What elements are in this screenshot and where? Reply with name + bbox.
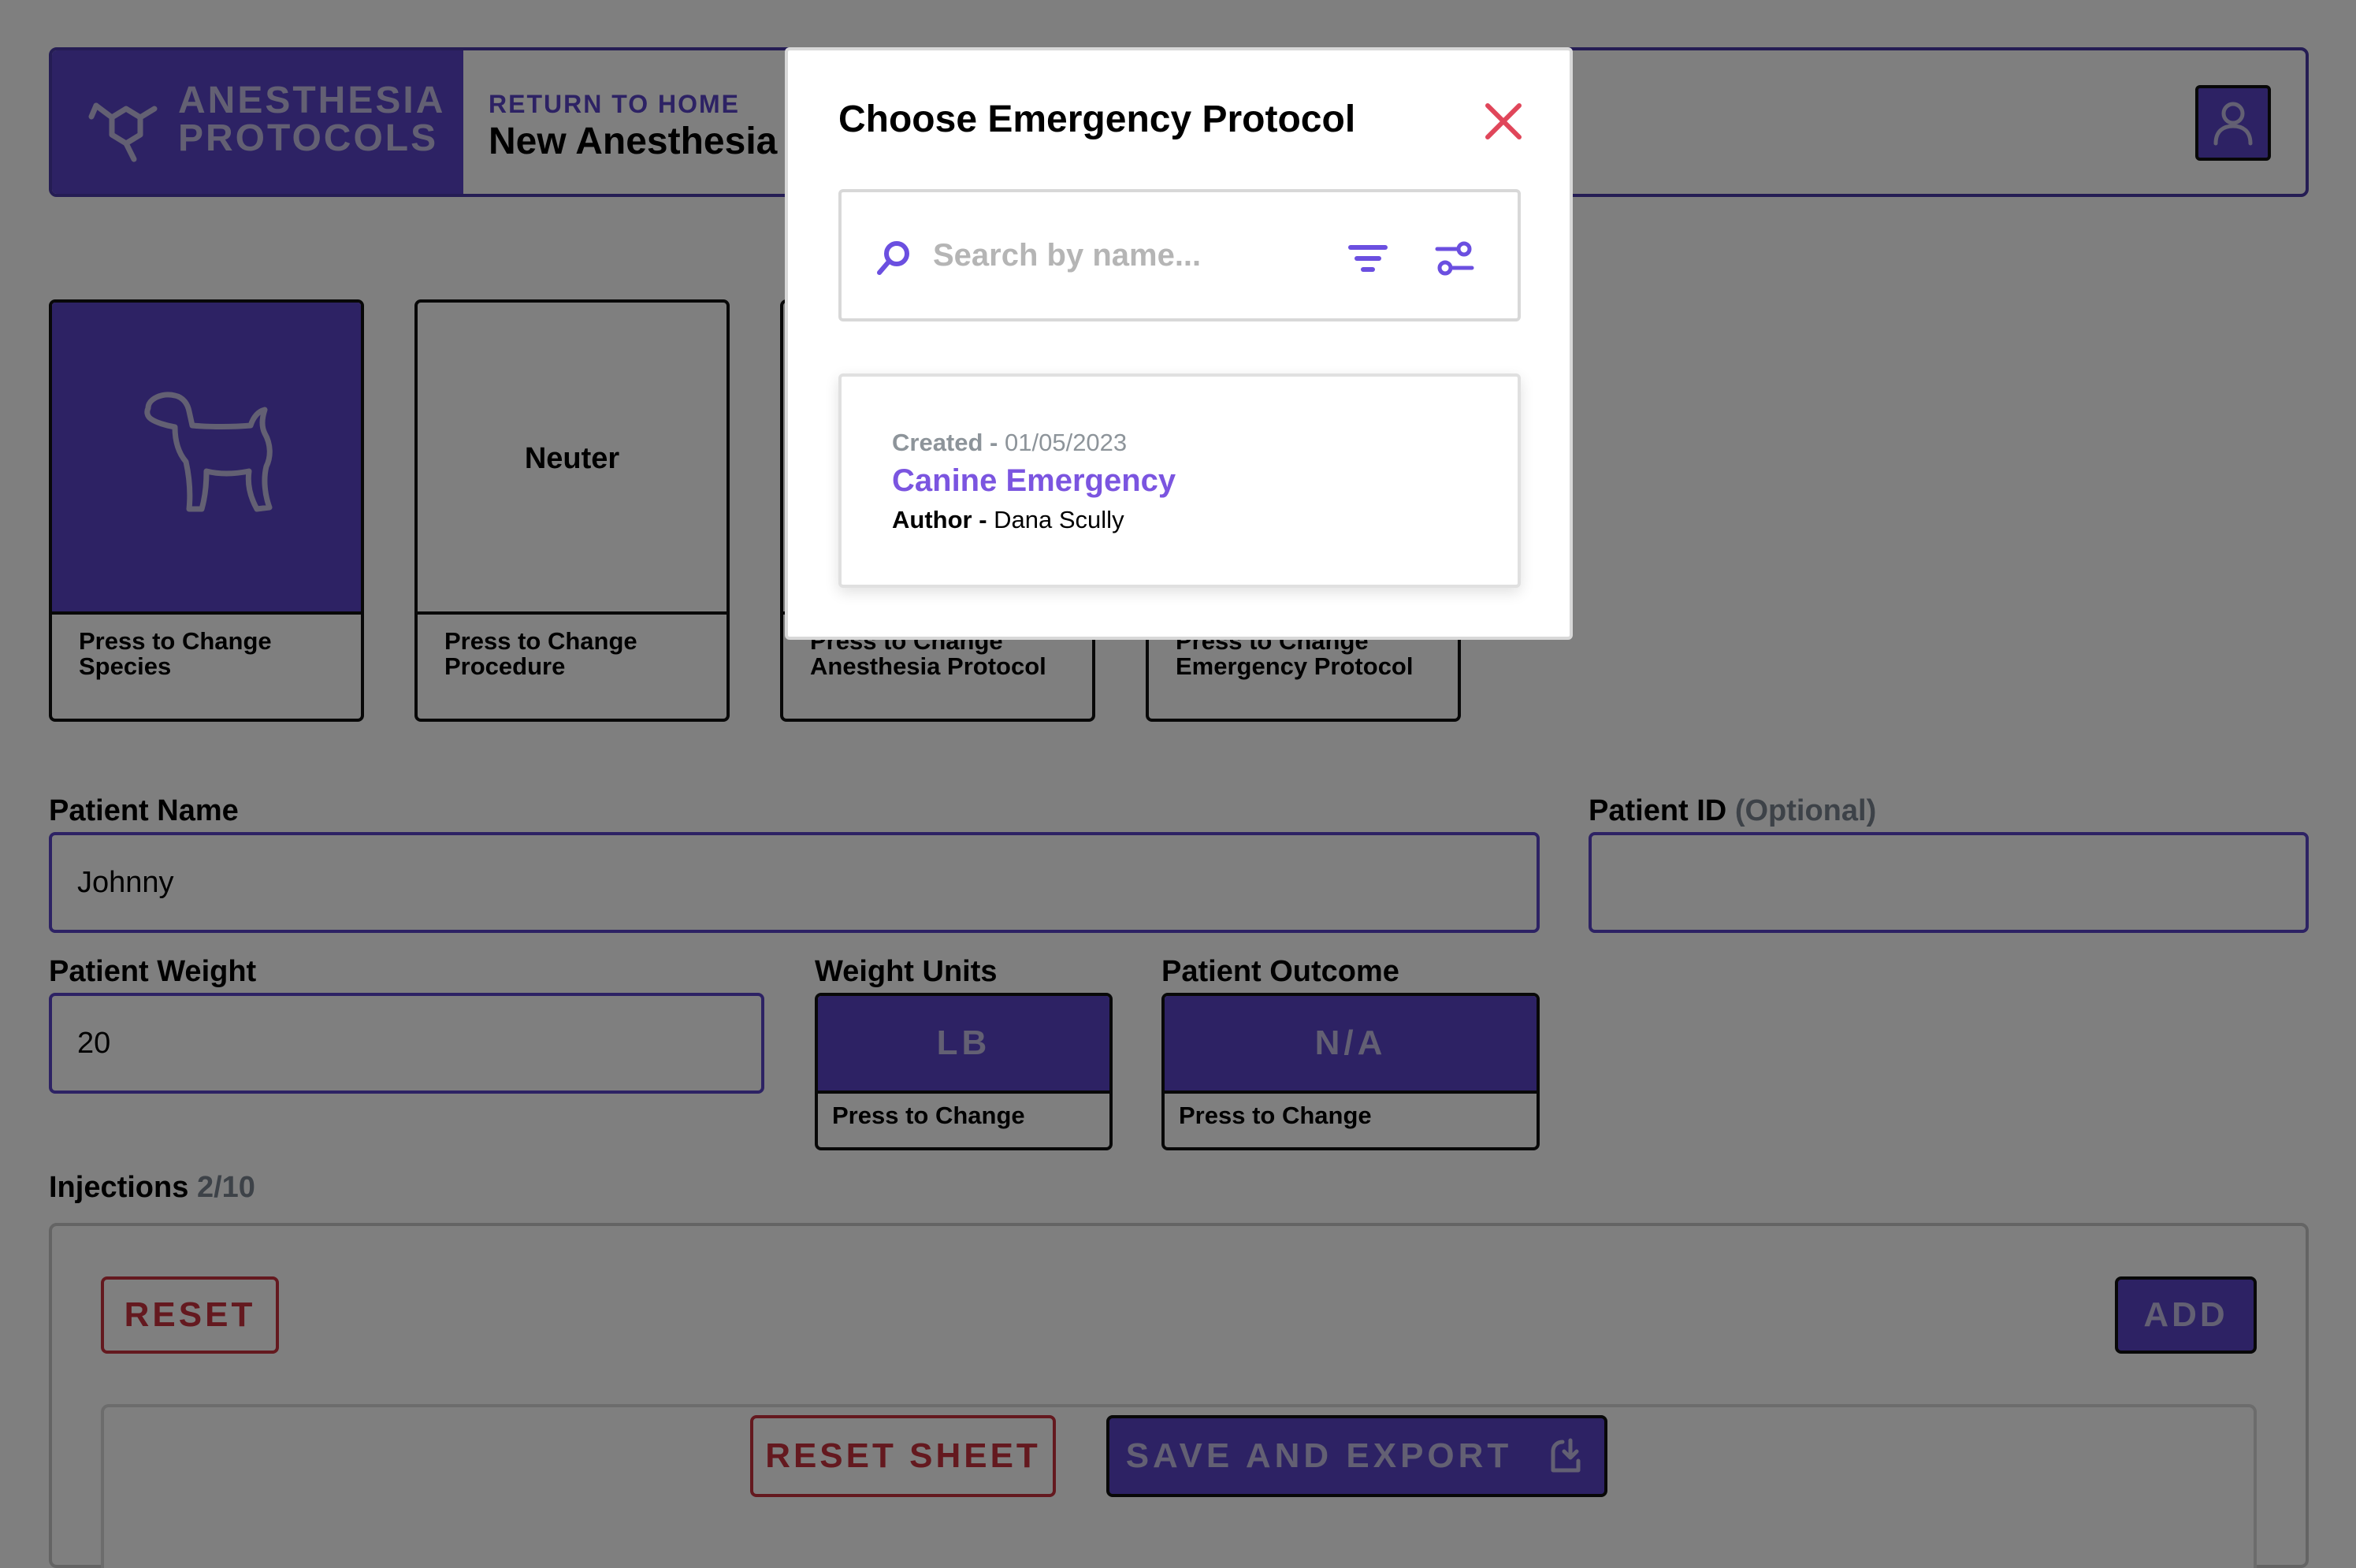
created-info: Created - 01/05/2023 — [892, 429, 1127, 457]
modal-title: Choose Emergency Protocol — [838, 98, 1356, 140]
author-name: Dana Scully — [994, 506, 1124, 533]
sliders-icon[interactable] — [1434, 238, 1475, 279]
created-date: 01/05/2023 — [1005, 429, 1128, 456]
search-input[interactable] — [933, 232, 1343, 279]
author-info: Author - Dana Scully — [892, 506, 1124, 534]
emergency-protocol-modal: Choose Emergency Protocol Search by name… — [785, 47, 1573, 640]
search-bar — [838, 189, 1521, 321]
created-label: Created - — [892, 429, 998, 456]
close-icon[interactable] — [1481, 99, 1525, 143]
search-icon — [877, 241, 909, 275]
author-label: Author - — [892, 506, 987, 533]
protocol-result-item[interactable]: Created - 01/05/2023 Canine Emergency Au… — [838, 373, 1521, 588]
protocol-name[interactable]: Canine Emergency — [892, 463, 1176, 499]
filter-icon[interactable] — [1347, 238, 1388, 279]
